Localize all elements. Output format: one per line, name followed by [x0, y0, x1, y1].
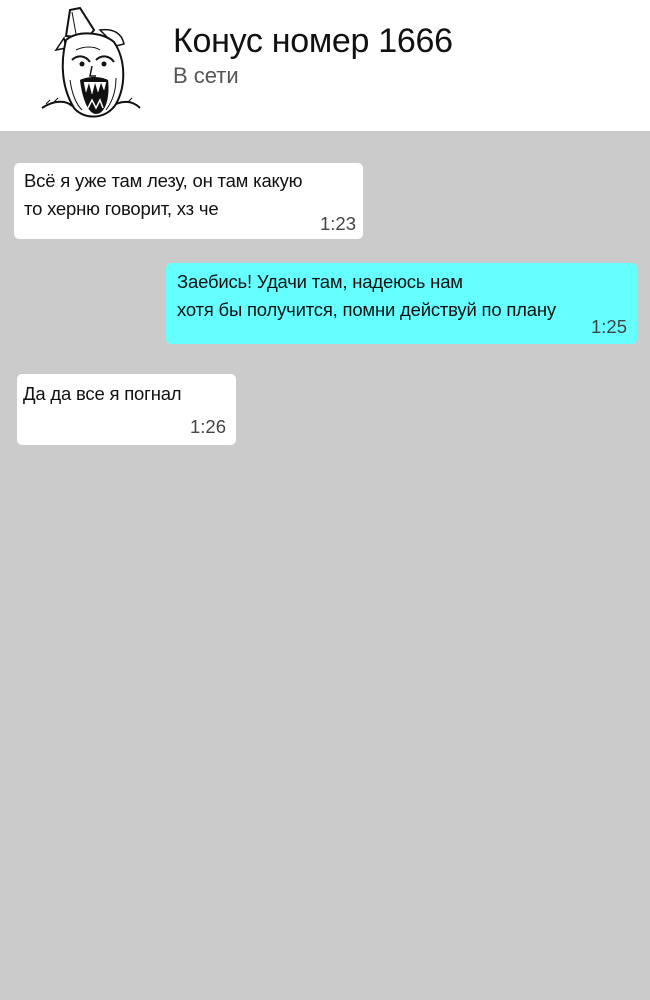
contact-status: В сети	[173, 63, 239, 88]
message-time: 1:23	[319, 213, 356, 234]
message-text-line: Заебись! Удачи там, надеюсь нам	[177, 271, 463, 292]
contact-name: Конус номер 1666	[173, 22, 453, 60]
message-text-line: Да да все я погнал	[23, 383, 182, 404]
message-bubble-incoming[interactable]: Да да все я погнал 1:26	[17, 374, 236, 445]
message-bubble-outgoing[interactable]: Заебись! Удачи там, надеюсь нам хотя бы …	[166, 263, 637, 344]
troll-face-avatar-icon	[41, 6, 141, 118]
message-text-line: хотя бы получится, помни действуй по пла…	[177, 299, 556, 320]
contact-avatar[interactable]	[36, 4, 142, 126]
message-time: 1:25	[590, 316, 627, 337]
message-time: 1:26	[189, 416, 226, 437]
chat-header: Конус номер 1666 В сети	[0, 0, 650, 131]
message-text-line: Всё я уже там лезу, он там какую	[24, 170, 303, 191]
message-bubble-incoming[interactable]: Всё я уже там лезу, он там какую то херн…	[14, 163, 363, 239]
chat-area[interactable]: Всё я уже там лезу, он там какую то херн…	[0, 131, 650, 1000]
message-text-line: то херню говорит, хз че	[24, 198, 219, 219]
